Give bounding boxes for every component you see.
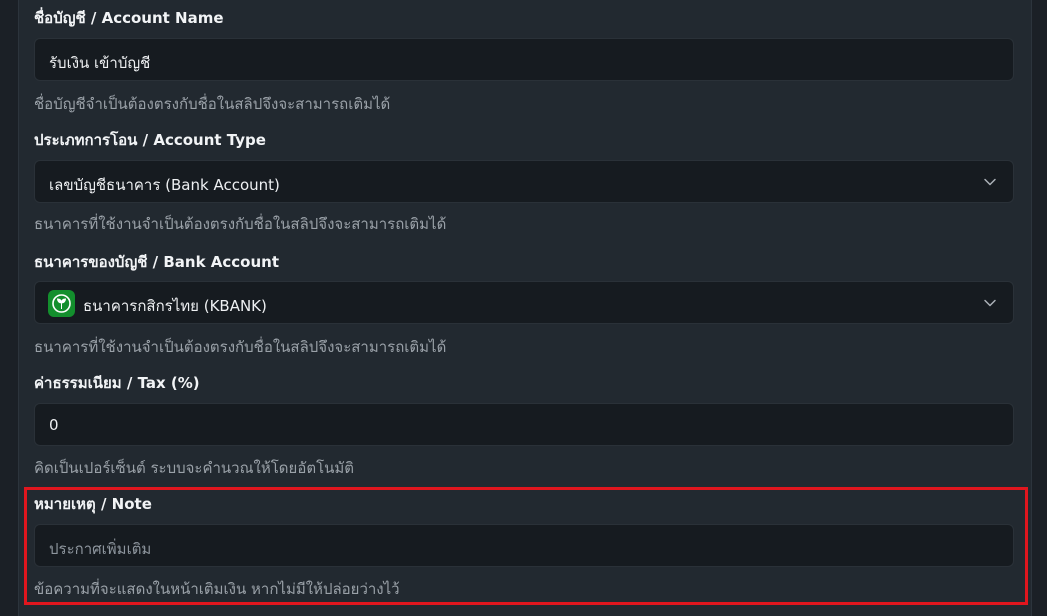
note-placeholder: ประกาศเพิ่มเติม [49, 540, 152, 558]
account-type-select[interactable]: เลขบัญชีธนาคาร (Bank Account) [34, 160, 1014, 203]
bank-account-select[interactable]: ธนาคารกสิกรไทย (KBANK) [34, 281, 1014, 324]
bank-account-label: ธนาคารของบัญชี / Bank Account [34, 253, 279, 271]
tax-value: 0 [49, 416, 59, 434]
note-help: ข้อความที่จะแสดงในหน้าเติมเงิน หากไม่มีใ… [34, 580, 400, 598]
tax-label: ค่าธรรมเนียม / Tax (%) [34, 374, 200, 392]
account-name-label: ชื่อบัญชี / Account Name [34, 9, 224, 27]
account-name-value: รับเงิน เข้าบัญชี [49, 54, 151, 72]
account-name-input[interactable]: รับเงิน เข้าบัญชี [34, 38, 1014, 81]
bank-account-value: ธนาคารกสิกรไทย (KBANK) [83, 297, 267, 315]
note-input[interactable]: ประกาศเพิ่มเติม [34, 524, 1014, 567]
note-label: หมายเหตุ / Note [34, 495, 152, 513]
kbank-logo-icon [48, 290, 75, 317]
page-gutter-left [0, 0, 18, 616]
tax-input[interactable]: 0 [34, 403, 1014, 446]
chevron-down-icon [984, 299, 996, 307]
chevron-down-icon [984, 178, 996, 186]
bank-account-help: ธนาคารที่ใช้งานจำเป็นต้องตรงกับชื่อในสลิ… [34, 338, 447, 356]
account-type-help: ธนาคารที่ใช้งานจำเป็นต้องตรงกับชื่อในสลิ… [34, 215, 447, 233]
account-type-value: เลขบัญชีธนาคาร (Bank Account) [49, 176, 280, 194]
tax-help: คิดเป็นเปอร์เซ็นต์ ระบบจะคำนวณให้โดยอัตโ… [34, 459, 355, 477]
account-name-help: ชื่อบัญชีจำเป็นต้องตรงกับชื่อในสลิปจึงจะ… [34, 95, 391, 113]
account-type-label: ประเภทการโอน / Account Type [34, 131, 266, 149]
page-gutter-right [1031, 0, 1047, 616]
